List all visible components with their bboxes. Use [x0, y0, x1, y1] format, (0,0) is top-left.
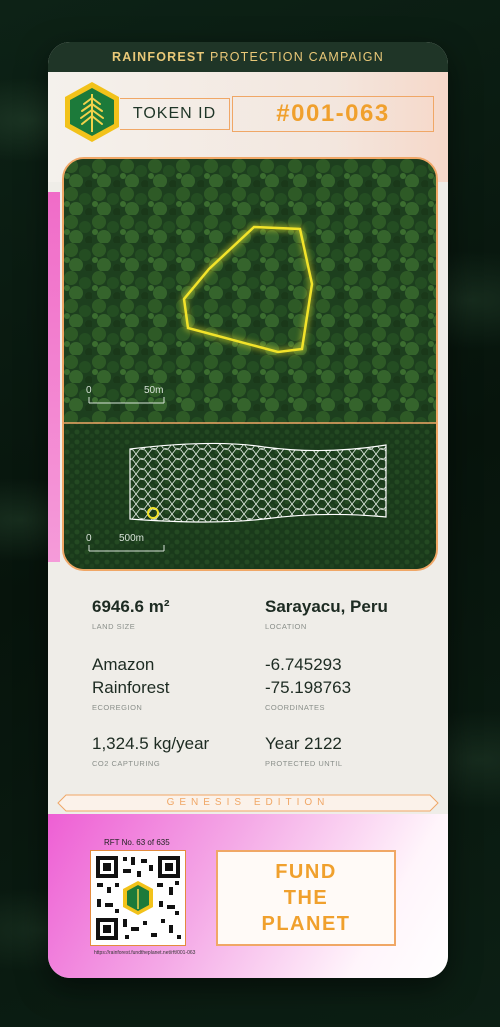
coordinates-lon: -75.198763 — [265, 678, 352, 697]
edition-text: GENESIS EDITION — [166, 797, 330, 808]
qr-code[interactable] — [90, 850, 186, 946]
campaign-title: RAINFOREST PROTECTION CAMPAIGN — [48, 42, 448, 72]
location-value: Sarayacu, Peru — [265, 597, 388, 616]
land-size-label: LAND SIZE — [92, 622, 136, 631]
fund-line-2: THE — [283, 887, 329, 909]
palm-leaf-icon — [60, 80, 124, 144]
co2-label: CO2 CAPTURING — [92, 759, 161, 768]
token-card: RAINFOREST PROTECTION CAMPAIGN TOKEN ID … — [48, 42, 448, 978]
fund-line-3: PLANET — [261, 913, 351, 935]
scale-top-end: 50m — [144, 385, 164, 396]
ecoregion-value-line1: Amazon — [92, 655, 155, 674]
coordinates-label: COORDINATES — [265, 703, 325, 712]
plots-grid — [129, 442, 387, 523]
ecoregion-label: ECOREGION — [92, 703, 143, 712]
ecoregion-value-line2: Rainforest — [92, 678, 170, 697]
qr-url: https://rainforest.fundtheplanet.net/rft… — [94, 950, 196, 956]
forest-map: 0 50m 0 500m — [62, 157, 438, 571]
scale-bottom-end: 500m — [119, 533, 145, 544]
token-id-value: #001-063 — [232, 96, 434, 132]
protected-until-value: Year 2122 — [265, 734, 342, 753]
token-id-label: TOKEN ID — [120, 98, 230, 130]
rft-number: RFT No. 63 of 635 — [104, 838, 170, 847]
edition-banner: GENESIS EDITION — [48, 794, 448, 812]
land-size-value: 6946.6 m² — [92, 597, 170, 616]
fund-section: RFT No. 63 of 635 https://rainforest.fun… — [48, 814, 448, 978]
protected-until-label: PROTECTED UNTIL — [265, 759, 343, 768]
fund-line-1: FUND — [275, 861, 337, 883]
fund-the-planet-button[interactable]: FUND THE PLANET — [216, 850, 396, 946]
scale-top-zero: 0 — [86, 385, 92, 396]
coordinates-lat: -6.745293 — [265, 655, 342, 674]
location-label: LOCATION — [265, 622, 307, 631]
pink-accent-strip — [48, 192, 60, 562]
co2-value: 1,324.5 kg/year — [92, 734, 210, 753]
scale-bottom-zero: 0 — [86, 533, 92, 544]
